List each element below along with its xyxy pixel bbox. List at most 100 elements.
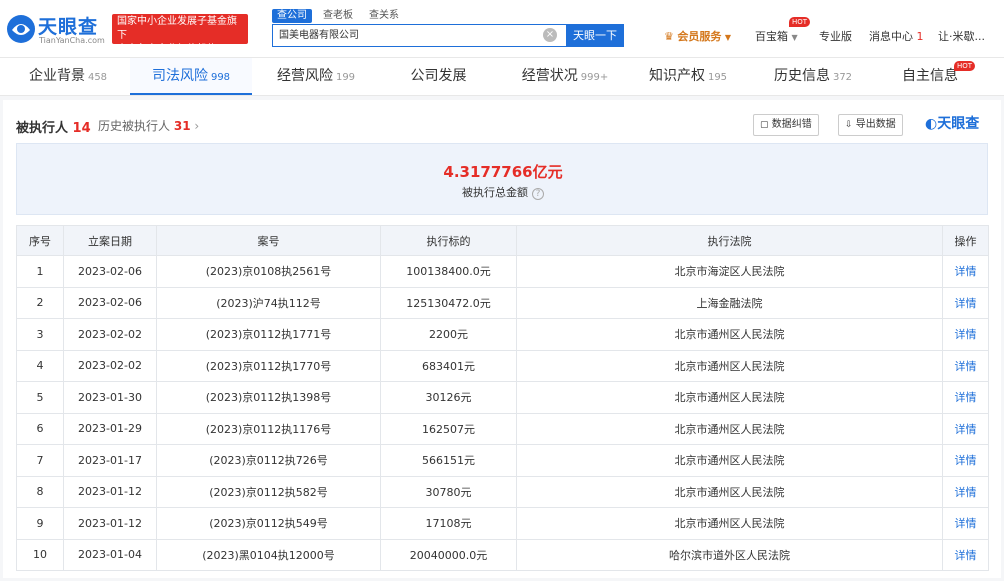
search-button[interactable]: 天眼一下 [566, 24, 624, 47]
cell-index: 6 [16, 412, 64, 445]
vip-menu[interactable]: ♛ 会员服务 ▼ [664, 28, 731, 44]
category-tabs: 企业背景 458 司法风险 998 经营风险 199 公司发展 经营状况 999+ 知识… [0, 58, 1004, 96]
table-row: 10 2023-01-04 (2023)黑0104执12000号 20040000.0… [16, 538, 989, 571]
detail-link[interactable]: 详情 [942, 475, 989, 508]
detail-link[interactable]: 详情 [942, 538, 989, 571]
search-tab-boss[interactable]: 查老板 [318, 9, 358, 23]
cell-index: 7 [16, 444, 64, 477]
tab-business-risk[interactable]: 经营风险 199 [266, 58, 366, 95]
chevron-down-icon: ▼ [724, 33, 732, 42]
tab-history-info[interactable]: 历史信息 372 [770, 58, 856, 95]
search-input[interactable]: 国美电器有限公司 [272, 24, 567, 47]
cell-case-number: (2023)黑0104执12000号 [156, 538, 381, 571]
col-header-amount: 执行标的 [380, 225, 517, 256]
baibaoxiang-menu[interactable]: 百宝箱 ▼ [755, 28, 798, 44]
cell-amount: 2200元 [380, 318, 517, 351]
data-correction-button[interactable]: ▢ 数据纠错 [753, 114, 819, 136]
table-row: 3 2023-02-02 (2023)京0112执1771号 2200元 北京市通州区人… [16, 318, 989, 351]
tab-label: 企业背景 [28, 68, 85, 84]
search-tab-relation[interactable]: 查关系 [364, 9, 404, 23]
cell-court: 上海金融法院 [516, 286, 943, 319]
messages-label: 消息中心 [869, 30, 913, 43]
cell-case-number: (2023)京0112执1176号 [156, 412, 381, 445]
cell-case-number: (2023)京0112执582号 [156, 475, 381, 508]
table-row: 8 2023-01-12 (2023)京0112执582号 30780元 北京市通州区人… [16, 475, 989, 508]
user-menu[interactable]: 让·米歇... [938, 28, 985, 44]
messages-count: 1 [916, 30, 924, 43]
enforcement-panel: 被执行人 14 历史被执行人 31 › ▢ 数据纠错 ⇩ 导出数据 ◐天眼查 4… [3, 100, 1001, 578]
messages-link[interactable]: 消息中心 1 [869, 28, 924, 44]
cell-case-number: (2023)京0112执726号 [156, 444, 381, 477]
cell-index: 5 [16, 381, 64, 414]
col-header-date: 立案日期 [63, 225, 157, 256]
pro-link[interactable]: 专业版 [819, 28, 852, 44]
logo-icon [7, 15, 35, 43]
section-count: 14 [72, 121, 91, 136]
chevron-down-icon: ▼ [791, 33, 798, 42]
detail-link[interactable]: 详情 [942, 444, 989, 477]
tab-label: 经营状况 [521, 68, 578, 84]
cell-date: 2023-01-12 [63, 507, 157, 540]
tab-label: 知识产权 [648, 68, 705, 84]
cell-court: 北京市通州区人民法院 [516, 318, 943, 351]
table-row: 1 2023-02-06 (2023)京0108执2561号 100138400.0元… [16, 255, 989, 288]
total-amount-label: 被执行总金额? [17, 184, 989, 200]
detail-link[interactable]: 详情 [942, 318, 989, 351]
cell-amount: 100138400.0元 [380, 255, 517, 288]
tab-count: 372 [832, 72, 853, 83]
cell-case-number: (2023)京0112执1398号 [156, 381, 381, 414]
tab-company-background[interactable]: 企业背景 458 [18, 58, 118, 95]
tab-label: 经营风险 [276, 68, 333, 84]
vip-crown-icon: ♛ [664, 30, 674, 43]
cell-court: 北京市通州区人民法院 [516, 412, 943, 445]
col-header-index: 序号 [16, 225, 64, 256]
vip-label: 会员服务 [677, 30, 722, 43]
tab-judicial-risk[interactable]: 司法风险 998 [130, 58, 252, 95]
brand-logo: ◐天眼查 [925, 113, 979, 133]
cell-court: 北京市通州区人民法院 [516, 444, 943, 477]
detail-link[interactable]: 详情 [942, 349, 989, 382]
history-count: 31 [173, 119, 191, 133]
cell-court: 北京市海淀区人民法院 [516, 255, 943, 288]
tab-operating-status[interactable]: 经营状况 999+ [515, 58, 615, 95]
cell-amount: 683401元 [380, 349, 517, 382]
logo[interactable]: 天眼查 TianYanCha.com [6, 12, 106, 46]
cell-amount: 162507元 [380, 412, 517, 445]
export-icon: ⇩ [845, 120, 853, 130]
cell-case-number: (2023)京0108执2561号 [156, 255, 381, 288]
detail-link[interactable]: 详情 [942, 255, 989, 288]
tab-intellectual-property[interactable]: 知识产权 195 [645, 58, 731, 95]
cell-index: 4 [16, 349, 64, 382]
hot-badge: HOT [789, 17, 811, 27]
detail-link[interactable]: 详情 [942, 412, 989, 445]
detail-link[interactable]: 详情 [942, 381, 989, 414]
search-tabs: 查公司 查老板 查关系 [272, 9, 410, 23]
cell-date: 2023-02-06 [63, 255, 157, 288]
cell-date: 2023-02-02 [63, 349, 157, 382]
clear-icon[interactable]: × [543, 28, 557, 42]
total-amount-summary: 4.3177766亿元 被执行总金额? [16, 143, 988, 215]
tab-count: 998 [210, 72, 231, 83]
cell-index: 9 [16, 507, 64, 540]
cell-court: 北京市通州区人民法院 [516, 349, 943, 382]
cell-date: 2023-02-06 [63, 286, 157, 319]
section-title: 被执行人 14 [16, 117, 91, 136]
detail-link[interactable]: 详情 [942, 286, 989, 319]
table-row: 6 2023-01-29 (2023)京0112执1176号 162507元 北京市通州… [16, 412, 989, 445]
history-enforced-link[interactable]: 历史被执行人 31 › [98, 117, 199, 134]
help-icon[interactable]: ? [532, 188, 544, 200]
export-data-button[interactable]: ⇩ 导出数据 [838, 114, 903, 136]
cell-amount: 125130472.0元 [380, 286, 517, 319]
section-title-text: 被执行人 [16, 121, 69, 136]
detail-link[interactable]: 详情 [942, 507, 989, 540]
logo-subtext: TianYanCha.com [39, 36, 105, 45]
table-row: 2 2023-02-06 (2023)沪74执112号 125130472.0元 上海金… [16, 286, 989, 319]
tab-label: 自主信息 [902, 68, 958, 84]
total-amount-value: 4.3177766亿元 [443, 163, 563, 181]
cell-date: 2023-01-30 [63, 381, 157, 414]
tab-company-development[interactable]: 公司发展 [395, 58, 485, 95]
cell-index: 10 [16, 538, 64, 571]
tab-label: 历史信息 [773, 68, 830, 84]
search-tab-company[interactable]: 查公司 [272, 9, 312, 23]
document-icon: ▢ [760, 120, 769, 130]
